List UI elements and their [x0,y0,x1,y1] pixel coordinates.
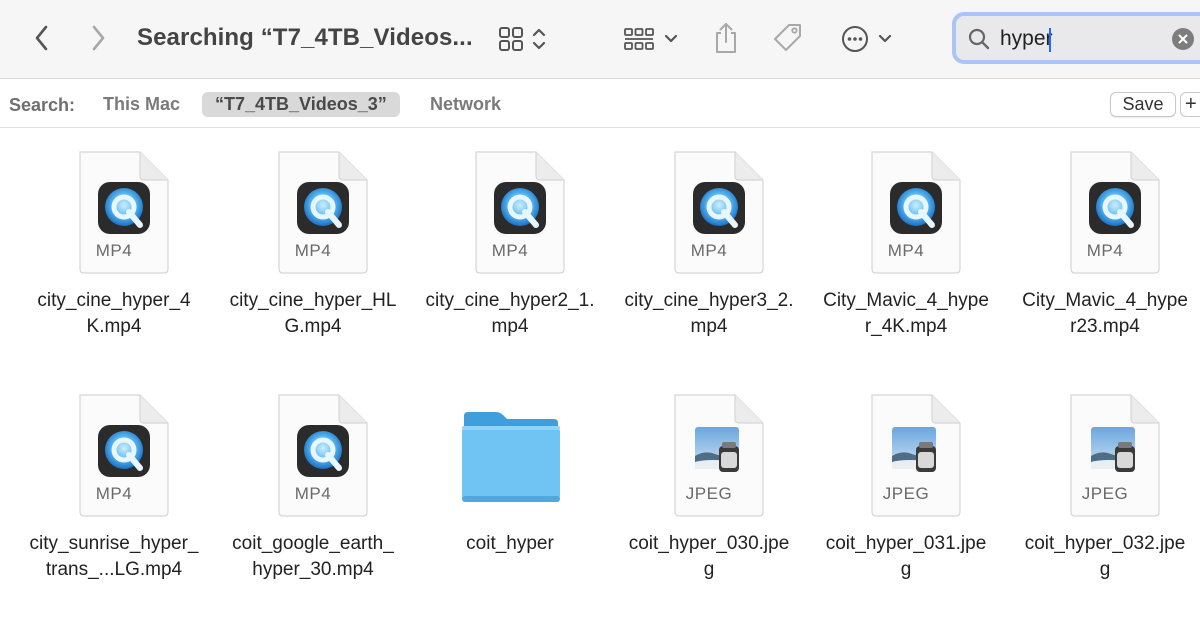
file-kind-label: MP4 [1086,241,1124,260]
mp4-file-icon: MP4 [846,149,966,274]
mp4-file-icon: MP4 [54,149,174,274]
file-kind-label: MP4 [887,241,925,260]
file-name: city_cine_hyper_HLG.mp4 [229,290,397,337]
window-title: Searching “T7_4TB_Videos... [137,24,473,51]
share-button[interactable] [708,18,744,58]
group-by-icon [624,28,654,50]
scope-label: Search: [9,95,76,115]
file-kind-label: MP4 [294,484,332,503]
file-name: city_sunrise_hyper_trans_...LG.mp4 [29,533,199,580]
view-mode-button[interactable] [492,22,552,56]
file-kind-label: JPEG [1081,484,1129,503]
file-item[interactable]: MP4 city_sunrise_hyper_trans_...LG.mp4 [19,392,209,583]
scope-network[interactable]: Network [430,92,501,117]
scope-volume-selected[interactable]: “T7_4TB_Videos_3” [202,92,400,117]
mp4-file-icon: MP4 [54,392,174,517]
file-item[interactable]: MP4 city_cine_hyper_4K.mp4 [19,149,209,340]
search-scope-bar: Search: This Mac “T7_4TB_Videos_3” Netwo… [0,80,1200,128]
file-kind-label: JPEG [685,484,733,503]
file-name: City_Mavic_4_hyper_4K.mp4 [823,290,989,337]
file-kind-label: MP4 [294,241,332,260]
folder-item[interactable]: coit_hyper [415,392,605,557]
chevron-right-icon [92,25,105,51]
up-down-chevron-icon [532,28,546,50]
finder-toolbar: Searching “T7_4TB_Videos... [0,0,1200,79]
file-item[interactable]: JPEG coit_hyper_031.jpeg [811,392,1001,583]
file-name: coit_hyper_030.jpeg [628,533,790,580]
file-grid: MP4 city_cine_hyper_4K.mp4 MP4 city_cine… [0,129,1200,628]
group-by-button[interactable] [620,22,682,56]
save-search-button[interactable]: Save [1110,92,1176,117]
jpeg-file-icon: JPEG [846,392,966,517]
ellipsis-circle-icon [842,26,868,52]
search-field[interactable] [952,12,1200,64]
scope-this-mac[interactable]: This Mac [103,92,180,117]
file-item[interactable]: JPEG coit_hyper_030.jpeg [614,392,804,583]
jpeg-file-icon: JPEG [1045,392,1165,517]
file-item[interactable]: MP4 city_cine_hyper3_2.mp4 [614,149,804,340]
file-item[interactable]: MP4 city_cine_hyper_HLG.mp4 [218,149,408,340]
file-name: city_cine_hyper_4K.mp4 [37,290,191,337]
tag-icon [774,24,801,51]
more-actions-button[interactable] [836,22,898,56]
file-name: coit_hyper_031.jpeg [825,533,987,580]
file-item[interactable]: MP4 City_Mavic_4_hyper_4K.mp4 [811,149,1001,340]
file-name: City_Mavic_4_hyper23.mp4 [1022,290,1188,337]
share-icon [716,23,736,53]
close-icon [1178,34,1188,44]
folder-icon [450,392,570,517]
clear-search-button[interactable] [1172,28,1194,50]
jpeg-file-icon: JPEG [649,392,769,517]
add-criteria-button[interactable]: + [1180,92,1200,117]
search-field-inner [956,16,1200,60]
text-caret [1049,28,1051,52]
mp4-file-icon: MP4 [1045,149,1165,274]
mp4-file-icon: MP4 [649,149,769,274]
file-name: coit_hyper [466,533,554,554]
file-item[interactable]: MP4 City_Mavic_4_hyper23.mp4 [1010,149,1200,340]
file-name: city_cine_hyper2_1.mp4 [425,290,595,337]
search-input[interactable] [1000,25,1170,53]
file-item[interactable]: MP4 coit_google_earth_hyper_30.mp4 [218,392,408,583]
mp4-file-icon: MP4 [253,149,373,274]
search-icon [968,28,990,50]
file-kind-label: MP4 [690,241,728,260]
back-button[interactable] [22,20,62,56]
file-item[interactable]: MP4 city_cine_hyper2_1.mp4 [415,149,605,340]
file-kind-label: MP4 [95,484,133,503]
file-kind-label: JPEG [882,484,930,503]
file-item[interactable]: JPEG coit_hyper_032.jpeg [1010,392,1200,583]
file-kind-label: MP4 [491,241,529,260]
tag-button[interactable] [768,18,808,58]
chevron-left-icon [35,25,48,51]
file-name: coit_hyper_032.jpeg [1024,533,1186,580]
file-name: coit_google_earth_hyper_30.mp4 [232,533,394,580]
icon-grid-view-icon [499,27,523,51]
file-name: city_cine_hyper3_2.mp4 [624,290,794,337]
chevron-down-icon [664,34,678,43]
forward-button[interactable] [78,20,118,56]
file-kind-label: MP4 [95,241,133,260]
chevron-down-icon [878,34,892,43]
mp4-file-icon: MP4 [253,392,373,517]
mp4-file-icon: MP4 [450,149,570,274]
